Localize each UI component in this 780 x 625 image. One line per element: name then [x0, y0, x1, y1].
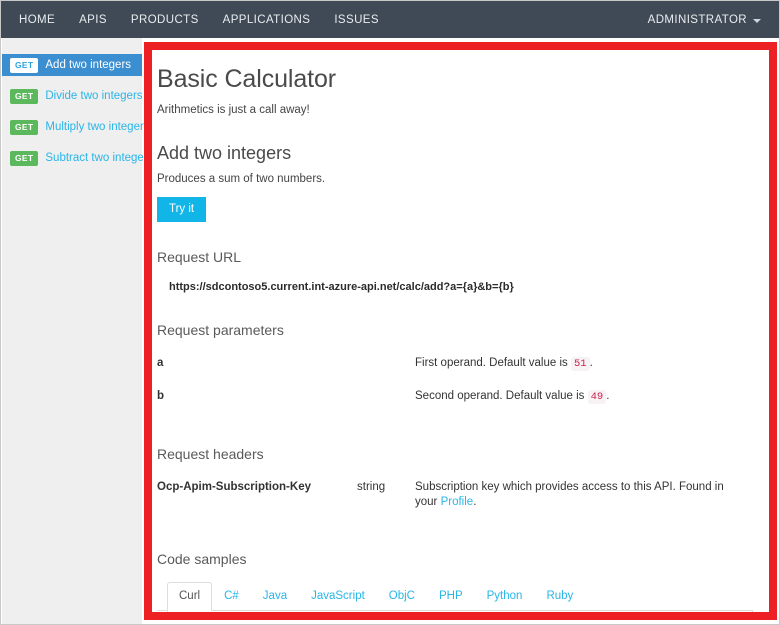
parameter-description-suffix: .	[589, 357, 593, 369]
request-headers-heading: Request headers	[157, 446, 264, 462]
code-sample-panel[interactable]: @ECHO OFF curl -v -X GET "https://sdcont…	[167, 611, 753, 612]
page-title: Basic Calculator	[157, 65, 337, 93]
request-parameters-table: a First operand. Default value is 51. b …	[157, 353, 753, 419]
code-samples-heading: Code samples	[157, 551, 247, 567]
tab-javascript[interactable]: JavaScript	[299, 582, 377, 611]
nav-home[interactable]: HOME	[7, 2, 67, 38]
sidebar-item-label: Divide two integers	[45, 90, 143, 102]
method-badge-get: GET	[10, 57, 39, 73]
request-url-value: https://sdcontoso5.current.int-azure-api…	[169, 281, 514, 293]
parameter-name: a	[157, 357, 164, 369]
parameter-default-value: 49	[587, 390, 607, 404]
header-type: string	[357, 481, 386, 493]
sidebar-item-label: Subtract two integers	[45, 152, 154, 164]
request-url-heading: Request URL	[157, 249, 242, 265]
parameter-description: Second operand. Default value is 49.	[415, 386, 753, 419]
parameter-description: First operand. Default value is 51.	[415, 353, 753, 386]
parameter-default-value: 51	[570, 357, 590, 371]
table-row: Ocp-Apim-Subscription-Key string Subscri…	[157, 477, 753, 524]
tab-java[interactable]: Java	[251, 582, 299, 611]
try-it-button[interactable]: Try it	[157, 197, 207, 222]
parameter-description-text: Second operand. Default value is	[415, 390, 585, 402]
header-description: Subscription key which provides access t…	[415, 477, 753, 524]
tab-php[interactable]: PHP	[427, 582, 475, 611]
nav-applications[interactable]: APPLICATIONS	[211, 2, 323, 38]
sidebar-item-add-two-integers[interactable]: GET Add two integers	[2, 54, 142, 76]
sidebar-item-divide-two-integers[interactable]: GET Divide two integers	[2, 85, 143, 107]
method-badge-get: GET	[10, 150, 39, 166]
parameter-description-text: First operand. Default value is	[415, 357, 568, 369]
code-sample-tabs: Curl C# Java JavaScript ObjC PHP Python …	[157, 582, 753, 611]
user-menu[interactable]: ADMINISTRATOR	[648, 14, 767, 26]
sidebar-item-multiply-two-integers[interactable]: GET Multiply two integers	[2, 116, 150, 138]
header-name: Ocp-Apim-Subscription-Key	[157, 481, 311, 493]
parameter-type	[357, 386, 415, 419]
tab-objc[interactable]: ObjC	[377, 582, 427, 611]
nav-issues[interactable]: ISSUES	[322, 2, 391, 38]
tab-curl[interactable]: Curl	[167, 582, 213, 611]
table-row: a First operand. Default value is 51.	[157, 353, 753, 386]
navbar-links: HOME APIS PRODUCTS APPLICATIONS ISSUES	[7, 2, 391, 38]
operations-sidebar: GET Add two integers GET Divide two inte…	[2, 38, 153, 624]
sidebar-item-label: Multiply two integers	[45, 121, 150, 133]
tab-ruby[interactable]: Ruby	[534, 582, 585, 611]
operation-description: Produces a sum of two numbers.	[157, 173, 326, 185]
parameter-name: b	[157, 390, 165, 402]
profile-link[interactable]: Profile	[441, 496, 474, 508]
tab-python[interactable]: Python	[475, 582, 535, 611]
nav-products[interactable]: PRODUCTS	[119, 2, 211, 38]
top-navbar: HOME APIS PRODUCTS APPLICATIONS ISSUES A…	[1, 1, 779, 38]
sidebar-item-label: Add two integers	[45, 59, 132, 71]
sidebar-item-subtract-two-integers[interactable]: GET Subtract two integers	[2, 147, 153, 169]
user-menu-label: ADMINISTRATOR	[647, 13, 747, 26]
tab-csharp[interactable]: C#	[212, 582, 251, 611]
nav-apis[interactable]: APIS	[67, 2, 119, 38]
api-description: Arithmetics is just a call away!	[157, 104, 310, 116]
method-badge-get: GET	[10, 88, 39, 104]
request-headers-table: Ocp-Apim-Subscription-Key string Subscri…	[157, 477, 753, 524]
parameter-description-suffix: .	[606, 390, 610, 402]
request-parameters-heading: Request parameters	[157, 322, 284, 338]
chevron-down-icon	[753, 18, 761, 23]
operation-detail-panel: Basic Calculator Arithmetics is just a c…	[152, 50, 769, 612]
operation-title: Add two integers	[157, 143, 292, 163]
developer-portal-page: HOME APIS PRODUCTS APPLICATIONS ISSUES A…	[0, 0, 780, 625]
table-row: b Second operand. Default value is 49.	[157, 386, 753, 419]
parameter-type	[357, 353, 415, 386]
header-description-suffix: .	[473, 496, 477, 508]
method-badge-get: GET	[10, 119, 39, 135]
